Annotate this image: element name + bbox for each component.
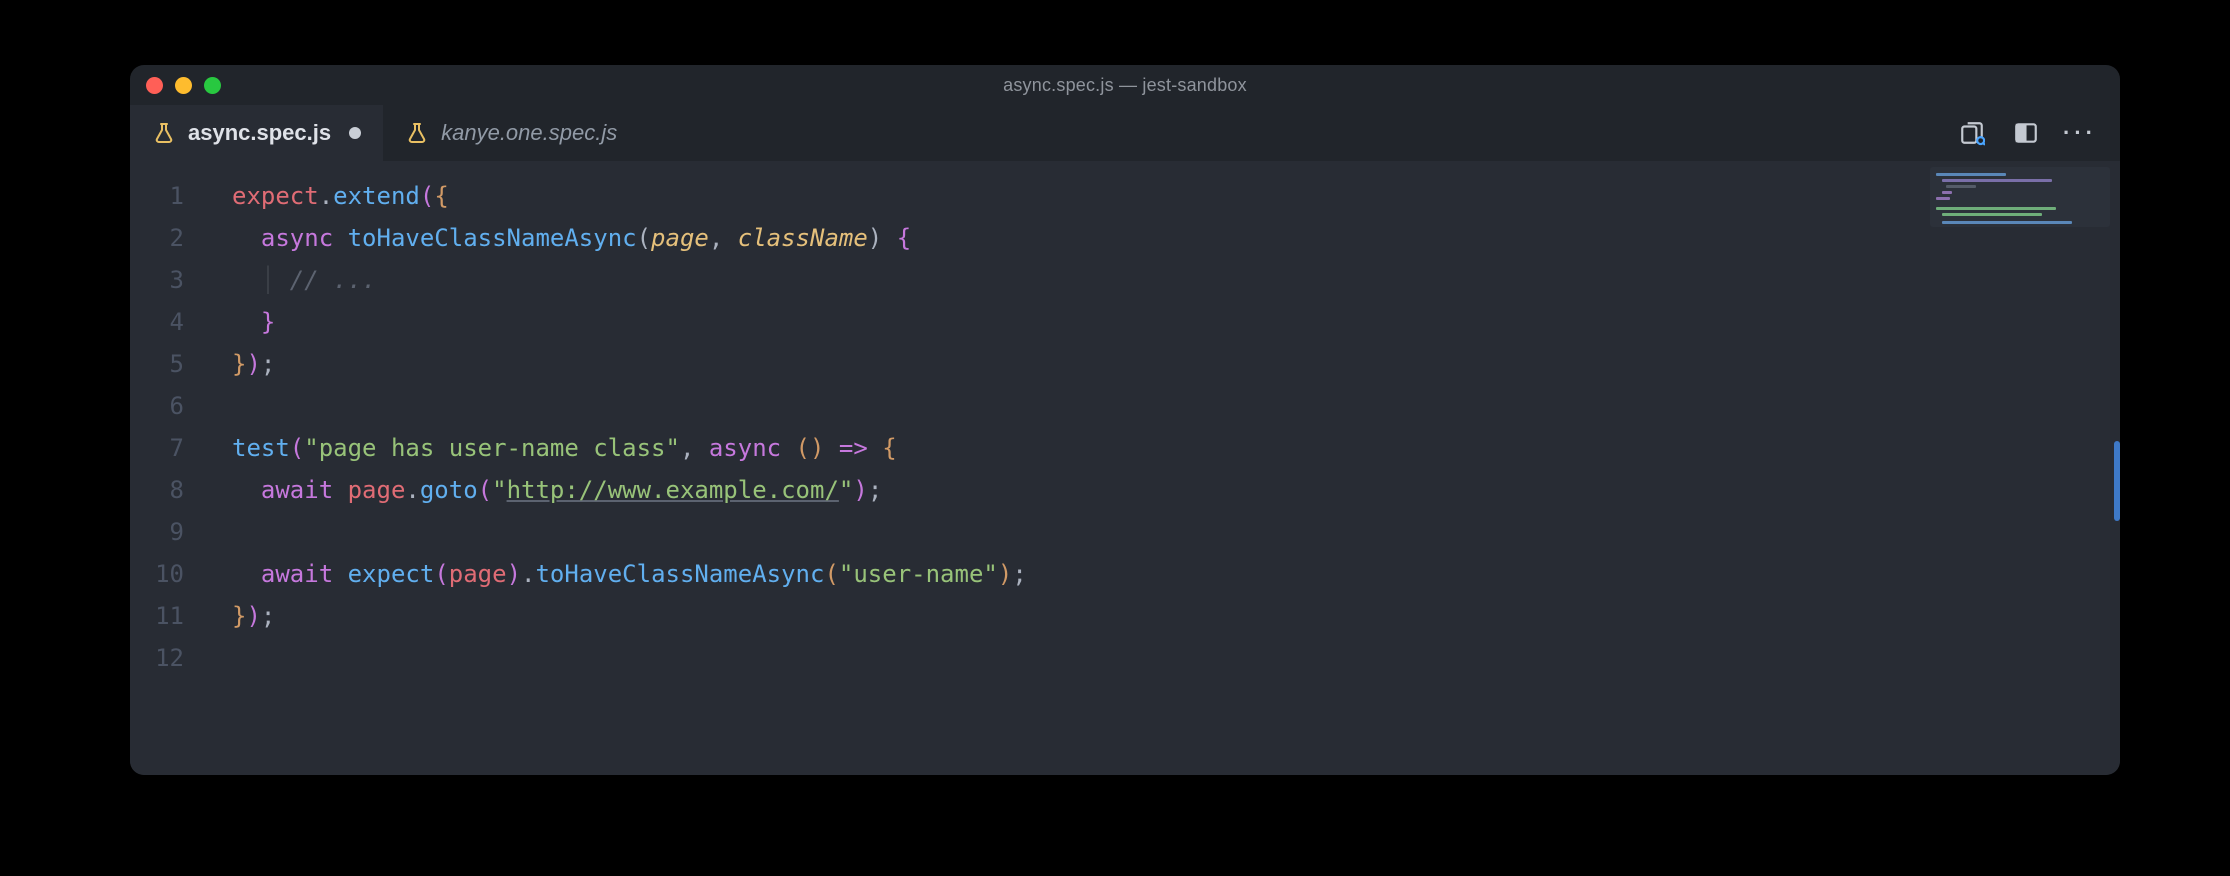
line-number: 11 xyxy=(130,595,214,637)
tab-kanye-one-spec[interactable]: kanye.one.spec.js xyxy=(383,105,639,161)
code-editor[interactable]: 1 2 3 4 5 6 7 8 9 10 11 12 expect.extend… xyxy=(130,161,2120,775)
flask-icon xyxy=(152,121,176,145)
zoom-window-button[interactable] xyxy=(204,77,221,94)
line-number: 12 xyxy=(130,637,214,679)
close-window-button[interactable] xyxy=(146,77,163,94)
code-line[interactable]: } xyxy=(232,301,2120,343)
line-number: 3 xyxy=(130,259,214,301)
code-line[interactable]: await page.goto("http://www.example.com/… xyxy=(232,469,2120,511)
line-number: 4 xyxy=(130,301,214,343)
window-titlebar[interactable]: async.spec.js — jest-sandbox xyxy=(130,65,2120,105)
line-number: 5 xyxy=(130,343,214,385)
overview-ruler-marker xyxy=(2114,441,2120,521)
tab-async-spec[interactable]: async.spec.js xyxy=(130,105,383,161)
tab-label: kanye.one.spec.js xyxy=(441,120,617,146)
line-number: 10 xyxy=(130,553,214,595)
code-line[interactable] xyxy=(232,385,2120,427)
line-number: 6 xyxy=(130,385,214,427)
split-editor-icon[interactable] xyxy=(2012,119,2040,147)
line-number: 9 xyxy=(130,511,214,553)
line-number-gutter: 1 2 3 4 5 6 7 8 9 10 11 12 xyxy=(130,161,214,775)
traffic-lights xyxy=(146,77,221,94)
window-title: async.spec.js — jest-sandbox xyxy=(130,75,2120,96)
line-number: 7 xyxy=(130,427,214,469)
code-line[interactable]: }); xyxy=(232,595,2120,637)
code-line[interactable]: await expect(page).toHaveClassNameAsync(… xyxy=(232,553,2120,595)
editor-actions: ··· xyxy=(1958,105,2120,161)
minimap[interactable] xyxy=(1930,167,2110,227)
editor-tabs: async.spec.js kanye.one.spec.js xyxy=(130,105,2120,161)
code-content[interactable]: expect.extend({ async toHaveClassNameAsy… xyxy=(214,161,2120,775)
code-line[interactable]: │ // ... xyxy=(232,259,2120,301)
tab-label: async.spec.js xyxy=(188,120,331,146)
minimize-window-button[interactable] xyxy=(175,77,192,94)
more-actions-icon[interactable]: ··· xyxy=(2066,119,2094,147)
code-line[interactable] xyxy=(232,511,2120,553)
dirty-indicator-icon[interactable] xyxy=(349,127,361,139)
flask-icon xyxy=(405,121,429,145)
code-line[interactable]: expect.extend({ xyxy=(232,175,2120,217)
open-changes-icon[interactable] xyxy=(1958,119,1986,147)
editor-window: async.spec.js — jest-sandbox async.spec.… xyxy=(130,65,2120,775)
line-number: 2 xyxy=(130,217,214,259)
code-line[interactable]: async toHaveClassNameAsync(page, classNa… xyxy=(232,217,2120,259)
code-line[interactable]: }); xyxy=(232,343,2120,385)
line-number: 8 xyxy=(130,469,214,511)
line-number: 1 xyxy=(130,175,214,217)
code-line[interactable]: test("page has user-name class", async (… xyxy=(232,427,2120,469)
code-line[interactable] xyxy=(232,637,2120,679)
